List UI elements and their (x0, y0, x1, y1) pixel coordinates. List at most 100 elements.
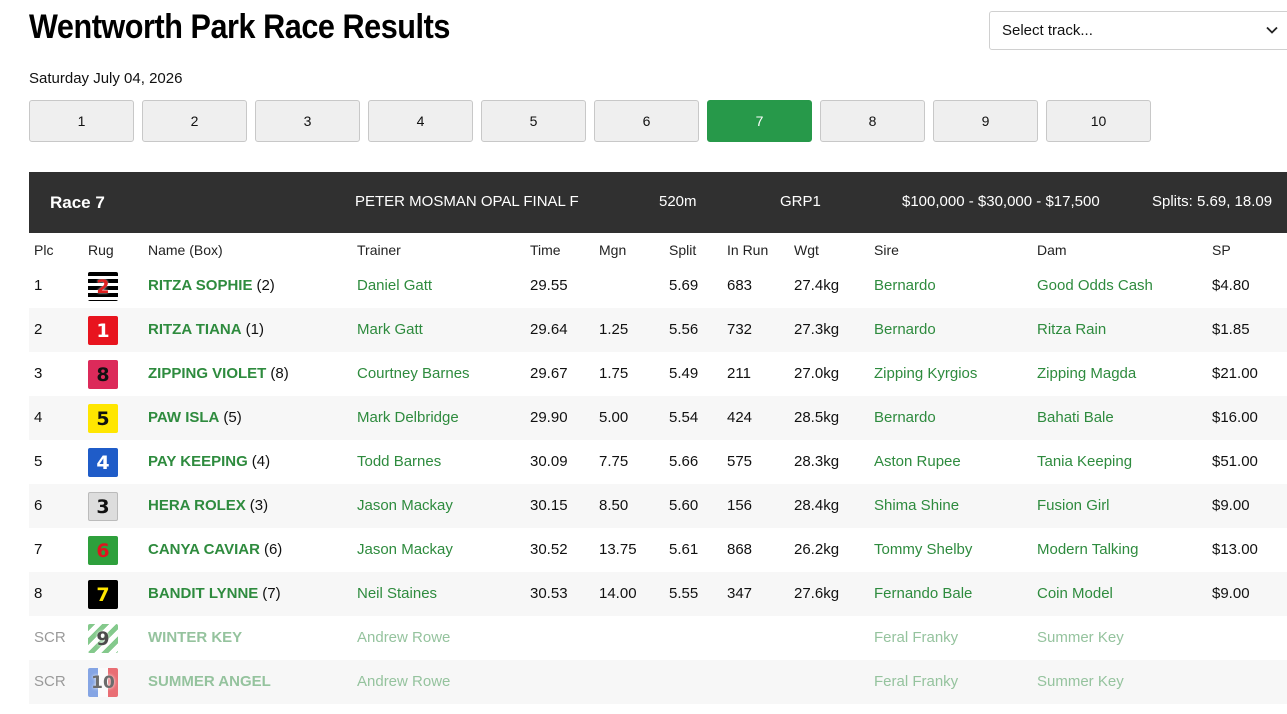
race-tab-6[interactable]: 6 (594, 100, 699, 142)
in-run-cell: 211 (727, 365, 751, 382)
greyhound-link[interactable]: BANDIT LYNNE (148, 585, 258, 602)
margin-cell: 8.50 (599, 497, 629, 514)
time-cell: 29.67 (530, 365, 568, 382)
dam-link[interactable]: Summer Key (1037, 673, 1124, 690)
table-row: 2 Mark Gatt 29.64 1.25 5.56 732 27.3kg Bernardo… (29, 308, 1287, 352)
rug-icon: 5 (88, 404, 118, 433)
greyhound-link[interactable]: WINTER KEY (148, 629, 242, 646)
race-tab-4[interactable]: 4 (368, 100, 473, 142)
table-row: 3 Courtney Barnes 29.67 1.75 5.49 211 27.0kg Zi… (29, 352, 1287, 396)
margin-cell: 14.00 (599, 585, 637, 602)
race-name: PETER MOSMAN OPAL FINAL F (355, 193, 579, 210)
rug-icon: 7 (88, 580, 118, 609)
track-select[interactable]: Select track... (989, 11, 1287, 50)
sire-link[interactable]: Shima Shine (874, 497, 959, 514)
in-run-cell: 732 (727, 321, 753, 338)
race-tab-1[interactable]: 1 (29, 100, 134, 142)
race-tab-3[interactable]: 3 (255, 100, 360, 142)
name-cell: RITZA TIANA (1) (148, 321, 264, 338)
trainer-link[interactable]: Neil Staines (357, 585, 437, 602)
box-number: (5) (223, 409, 242, 426)
rug-icon: 10 (88, 668, 118, 697)
dam-link[interactable]: Ritza Rain (1037, 321, 1106, 338)
race-splits: Splits: 5.69, 18.09 (1152, 193, 1273, 210)
greyhound-link[interactable]: PAY KEEPING (148, 453, 248, 470)
sire-link[interactable]: Zipping Kyrgios (874, 365, 977, 382)
trainer-link[interactable]: Todd Barnes (357, 453, 441, 470)
race-tab-8[interactable]: 8 (820, 100, 925, 142)
place-cell: SCR (34, 629, 66, 646)
race-tab-5[interactable]: 5 (481, 100, 586, 142)
name-cell: PAY KEEPING (4) (148, 453, 270, 470)
box-number: (3) (249, 497, 269, 514)
dam-link[interactable]: Coin Model (1037, 585, 1113, 602)
weight-cell: 26.2kg (794, 541, 840, 558)
dam-link[interactable]: Bahati Bale (1037, 409, 1114, 426)
dam-link[interactable]: Good Odds Cash (1037, 277, 1153, 294)
trainer-link[interactable]: Jason Mackay (357, 497, 453, 514)
rug-number: 2 (96, 275, 110, 298)
rug-icon: 9 (88, 624, 118, 653)
in-run-cell: 683 (727, 277, 753, 294)
weight-cell: 28.5kg (794, 409, 840, 426)
dam-link[interactable]: Fusion Girl (1037, 497, 1110, 514)
rug-number: 7 (96, 583, 110, 606)
margin-cell: 13.75 (599, 541, 637, 558)
greyhound-link[interactable]: PAW ISLA (148, 409, 219, 426)
dam-link[interactable]: Modern Talking (1037, 541, 1138, 558)
trainer-link[interactable]: Andrew Rowe (357, 673, 450, 690)
rug-icon: 6 (88, 536, 118, 565)
greyhound-link[interactable]: RITZA TIANA (148, 321, 242, 338)
race-date: Saturday July 04, 2026 (29, 70, 183, 87)
race-tab-9[interactable]: 9 (933, 100, 1038, 142)
rug-number: 9 (96, 627, 110, 650)
split-cell: 5.60 (669, 497, 699, 514)
sire-link[interactable]: Aston Rupee (874, 453, 961, 470)
sp-cell: $4.80 (1212, 277, 1250, 294)
dam-link[interactable]: Summer Key (1037, 629, 1124, 646)
sire-link[interactable]: Feral Franky (874, 673, 958, 690)
greyhound-link[interactable]: RITZA SOPHIE (148, 277, 252, 294)
table-row: SCR Andrew Rowe Feral Franky Summer Key 9 WIN… (29, 616, 1287, 660)
table-row: 8 Neil Staines 30.53 14.00 5.55 347 27.6kg Fern… (29, 572, 1287, 616)
trainer-link[interactable]: Mark Gatt (357, 321, 423, 338)
place-cell: 3 (34, 365, 43, 382)
sire-link[interactable]: Fernando Bale (874, 585, 972, 602)
greyhound-link[interactable]: SUMMER ANGEL (148, 673, 271, 690)
time-cell: 30.53 (530, 585, 568, 602)
weight-cell: 28.3kg (794, 453, 840, 470)
sire-link[interactable]: Tommy Shelby (874, 541, 972, 558)
col-header-dam: Dam (1037, 242, 1067, 258)
weight-cell: 27.0kg (794, 365, 840, 382)
sire-link[interactable]: Feral Franky (874, 629, 958, 646)
race-tab-2[interactable]: 2 (142, 100, 247, 142)
race-tab-10[interactable]: 10 (1046, 100, 1151, 142)
sire-link[interactable]: Bernardo (874, 321, 936, 338)
greyhound-link[interactable]: HERA ROLEX (148, 497, 246, 514)
trainer-link[interactable]: Daniel Gatt (357, 277, 432, 294)
trainer-link[interactable]: Andrew Rowe (357, 629, 450, 646)
chevron-down-icon (1266, 24, 1278, 39)
sire-link[interactable]: Bernardo (874, 409, 936, 426)
weight-cell: 28.4kg (794, 497, 840, 514)
trainer-link[interactable]: Mark Delbridge (357, 409, 459, 426)
trainer-link[interactable]: Jason Mackay (357, 541, 453, 558)
name-cell: HERA ROLEX (3) (148, 497, 268, 514)
sire-link[interactable]: Bernardo (874, 277, 936, 294)
margin-cell: 1.25 (599, 321, 629, 338)
box-number: (8) (270, 365, 289, 382)
sp-cell: $13.00 (1212, 541, 1258, 558)
race-tab-7[interactable]: 7 (707, 100, 812, 142)
col-header-split: Split (669, 242, 697, 258)
rug-number: 3 (96, 495, 110, 518)
greyhound-link[interactable]: ZIPPING VIOLET (148, 365, 266, 382)
split-cell: 5.56 (669, 321, 699, 338)
col-header-sire: Sire (874, 242, 899, 258)
dam-link[interactable]: Tania Keeping (1037, 453, 1132, 470)
col-header-inrun: In Run (727, 242, 769, 258)
in-run-cell: 156 (727, 497, 753, 514)
dam-link[interactable]: Zipping Magda (1037, 365, 1136, 382)
trainer-link[interactable]: Courtney Barnes (357, 365, 470, 382)
greyhound-link[interactable]: CANYA CAVIAR (148, 541, 260, 558)
rug-number: 5 (96, 407, 110, 430)
